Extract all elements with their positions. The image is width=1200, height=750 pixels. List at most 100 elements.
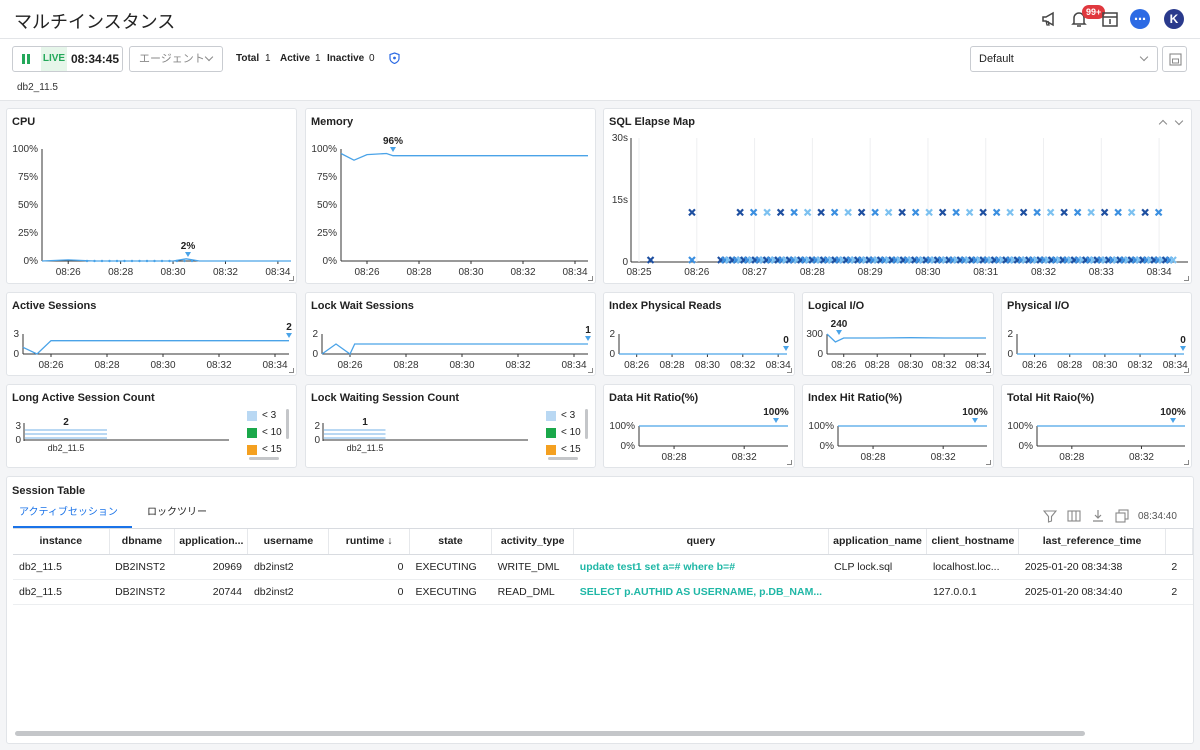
shield-icon[interactable]: [389, 52, 400, 64]
data-hit-ratio-chart: 100% 0% 08:28 08:32 100%: [609, 407, 788, 463]
tab-lock-tree[interactable]: ロックツリー: [141, 504, 213, 528]
y-tick-label: 0: [15, 435, 21, 446]
column-header[interactable]: last_reference_time: [1018, 529, 1166, 555]
x-tick-label: 08:34: [562, 267, 587, 278]
resize-handle[interactable]: [787, 460, 792, 465]
scatter-point: [1073, 208, 1082, 217]
table-cell[interactable]: update test1 set a=# where b=#: [573, 554, 829, 580]
copy-icon[interactable]: [1115, 509, 1129, 523]
resize-handle[interactable]: [1184, 276, 1189, 281]
column-header[interactable]: client_hostname: [926, 529, 1020, 555]
column-header[interactable]: instance: [13, 529, 110, 555]
agent-select-label: エージェント: [139, 52, 205, 65]
table-row[interactable]: db2_11.5 DB2INST2 20744 db2inst2 0 EXECUTING R…: [13, 579, 1193, 605]
chat-icon[interactable]: ⋯: [1130, 9, 1150, 29]
y-tick-label: 0%: [820, 441, 835, 452]
calendar-icon[interactable]: [1100, 9, 1120, 29]
scatter-point: [992, 208, 1001, 217]
resize-handle[interactable]: [986, 460, 991, 465]
x-tick-label: 08:32: [1128, 360, 1153, 371]
index-physical-reads-chart: 2008:26 08:28 08:30 08:32 08:340: [609, 329, 791, 371]
table-cell: 20969: [174, 554, 248, 580]
legend-item[interactable]: < 10: [546, 424, 581, 441]
column-header[interactable]: username: [247, 529, 330, 555]
column-header[interactable]: activity_type: [491, 529, 575, 555]
legend-scrollbar-h[interactable]: [249, 457, 279, 460]
x-tick-label: 08:32: [510, 267, 535, 278]
legend-item[interactable]: < 10: [247, 424, 282, 441]
column-header[interactable]: application_name: [828, 529, 928, 555]
resize-handle[interactable]: [588, 368, 593, 373]
x-tick-label: 08:34: [1147, 267, 1172, 278]
legend-scrollbar[interactable]: [286, 409, 289, 439]
column-header[interactable]: [1165, 529, 1193, 555]
instance-tag: db2_11.5: [17, 82, 58, 93]
column-header[interactable]: application...: [174, 529, 249, 555]
column-header[interactable]: state: [409, 529, 493, 555]
y-tick-label: 3: [15, 421, 21, 432]
series-line: [826, 333, 986, 343]
y-tick-label: 0%: [1019, 441, 1034, 452]
scatter-point: [938, 208, 947, 217]
series-line: [340, 152, 588, 161]
y-tick-label: 25%: [317, 228, 337, 239]
data-point: [85, 259, 89, 263]
table-cell: 2025-01-20 08:34:40: [1018, 579, 1166, 605]
legend-item[interactable]: < 15: [546, 441, 581, 458]
column-header[interactable]: dbname: [109, 529, 176, 555]
resize-handle[interactable]: [289, 368, 294, 373]
total-hit-ratio-chart: 100% 0% 08:28 08:32 100%: [1007, 407, 1185, 463]
memory-panel: Memory 100% 75% 50% 25% 0% 08:26 08:28 08:30 08:…: [305, 108, 596, 284]
legend-item[interactable]: < 3: [546, 407, 581, 424]
column-header[interactable]: query: [573, 529, 829, 555]
resize-handle[interactable]: [289, 276, 294, 281]
download-icon[interactable]: [1091, 509, 1105, 523]
legend-label: < 10: [262, 427, 282, 438]
scatter-point: [749, 208, 758, 217]
megaphone-icon[interactable]: [1040, 9, 1060, 29]
column-header[interactable]: runtime ↓: [328, 529, 410, 555]
series-line: [41, 258, 291, 262]
resize-handle[interactable]: [986, 368, 991, 373]
preset-select[interactable]: Default: [970, 46, 1158, 72]
x-tick-label: 08:28: [861, 452, 886, 463]
data-point: [93, 259, 96, 263]
legend-scrollbar[interactable]: [585, 409, 588, 439]
y-tick-label: 25%: [18, 228, 38, 239]
lock-wait-sessions-chart: 2 0 08:26 08:28 08:30 08:32 08:34 1: [312, 325, 591, 371]
value-label: 2%: [181, 241, 196, 252]
legend-item[interactable]: < 3: [247, 407, 282, 424]
table-cell[interactable]: SELECT p.AUTHID AS USERNAME, p.DB_NAM...: [573, 579, 829, 605]
scatter-point: [979, 208, 987, 217]
legend-item[interactable]: < 15: [247, 441, 282, 458]
y-tick-label: 50%: [18, 200, 38, 211]
resize-handle[interactable]: [787, 368, 792, 373]
legend-label: < 3: [561, 410, 576, 421]
peak-marker: [1170, 418, 1176, 423]
y-tick-label: 0%: [621, 441, 636, 452]
lock-wait-sessions-panel: Lock Wait Sessions 2 0 08:26 08:28 08:30 08:3…: [305, 292, 596, 376]
legend-scrollbar-h[interactable]: [548, 457, 578, 460]
save-button[interactable]: [1162, 46, 1187, 72]
agent-select[interactable]: エージェント: [129, 46, 223, 72]
horizontal-scrollbar[interactable]: [15, 731, 1085, 736]
filter-icon[interactable]: [1043, 509, 1057, 523]
sql-elapse-map-panel: SQL Elapse Map 30s 15s 0 08:25 08:26 08:27 08:…: [603, 108, 1192, 284]
table-cell: 20744: [174, 579, 248, 605]
columns-icon[interactable]: [1067, 509, 1081, 523]
scatter-point: [952, 208, 960, 217]
value-label: 96%: [383, 136, 403, 147]
resize-handle[interactable]: [1184, 460, 1189, 465]
y-tick-label: 15s: [612, 195, 628, 206]
tab-active-sessions[interactable]: アクティブセッション: [13, 504, 132, 528]
resize-handle[interactable]: [1184, 368, 1189, 373]
table-row[interactable]: db2_11.5 DB2INST2 20969 db2inst2 0 EXECUTING W…: [13, 554, 1193, 580]
resize-handle[interactable]: [588, 276, 593, 281]
x-tick-label: db2_11.5: [347, 443, 384, 453]
legend-swatch: [247, 410, 257, 421]
legend-swatch: [546, 410, 556, 421]
scatter-point: [763, 208, 771, 217]
x-tick-label: 08:30: [150, 360, 175, 371]
live-toggle-button[interactable]: LIVE 08:34:45: [12, 46, 123, 72]
avatar[interactable]: K: [1164, 9, 1184, 29]
